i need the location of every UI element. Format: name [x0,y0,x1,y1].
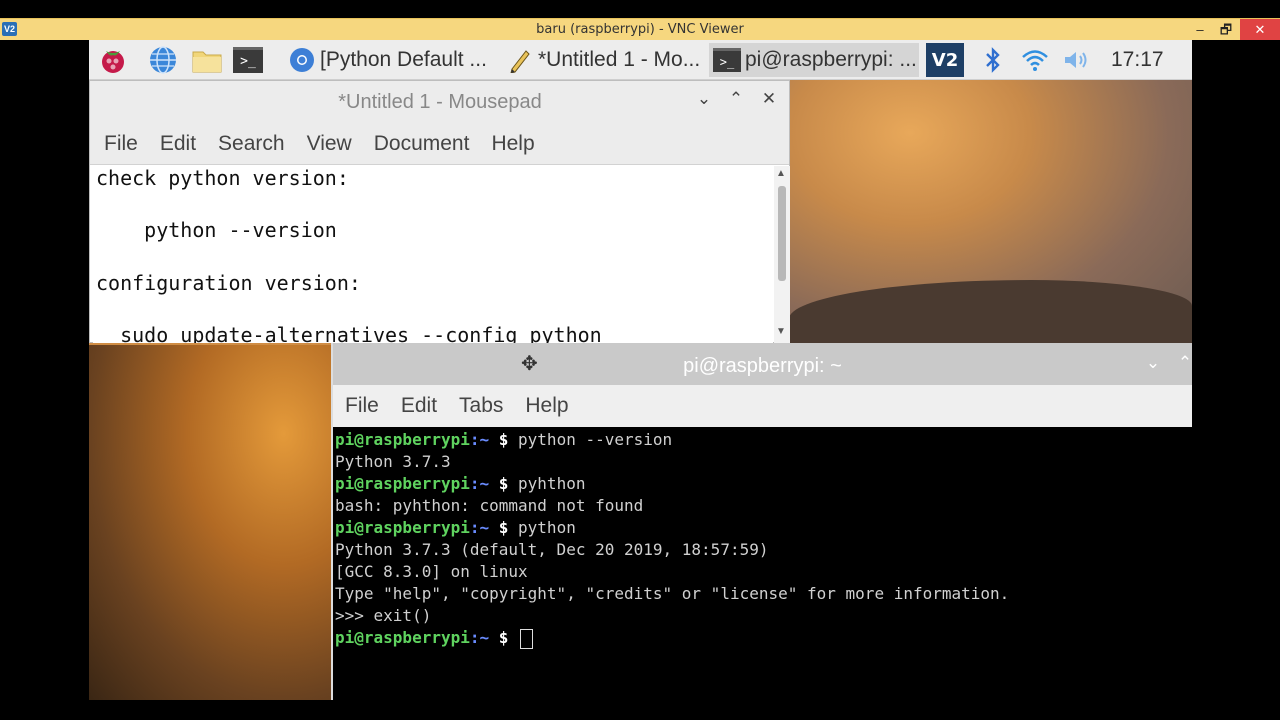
terminal-menu-help[interactable]: Help [525,394,568,418]
prompt-dollar: $ [489,474,519,493]
terminal-prompt-line: pi@raspberrypi:~ $ python [335,517,1190,539]
bluetooth-icon[interactable] [977,45,1009,75]
terminal-output-line: Python 3.7.3 (default, Dec 20 2019, 18:5… [335,540,769,559]
raspberry-menu-icon[interactable] [97,45,129,75]
vnc-restore-button[interactable]: 🗗 [1212,19,1240,40]
mousepad-icon [506,47,534,73]
prompt-path: :~ [469,430,490,449]
clock[interactable]: 17:17 [1111,48,1164,72]
terminal-command: python [518,518,576,537]
browser-globe-icon[interactable] [147,45,179,75]
scroll-down-icon[interactable]: ▼ [776,326,786,337]
mousepad-menu-document[interactable]: Document [374,132,470,156]
mousepad-scrollbar[interactable]: ▲ ▼ [774,166,790,343]
file-manager-icon[interactable] [191,45,223,75]
terminal-menu-tabs[interactable]: Tabs [459,394,503,418]
mousepad-maximize-icon[interactable]: ⌃ [722,89,750,109]
mousepad-title: *Untitled 1 - Mousepad [338,91,542,113]
vnc-tray-icon[interactable]: V2 [926,43,964,77]
chromium-icon [288,47,316,73]
terminal-command: pyhthon [518,474,586,493]
mousepad-menu-search[interactable]: Search [218,132,285,156]
terminal-maximize-icon[interactable]: ⌃ [1173,353,1197,373]
wallpaper-temple [89,345,332,700]
wifi-icon[interactable] [1019,45,1051,75]
vnc-window-title: baru (raspberrypi) - VNC Viewer [536,22,744,37]
volume-icon[interactable] [1061,45,1093,75]
task-terminal[interactable]: >_ pi@raspberrypi: ... [709,43,919,77]
terminal-menu-edit[interactable]: Edit [401,394,437,418]
terminal-output[interactable]: pi@raspberrypi:~ $ python --version Pytho… [335,429,1190,699]
task-chromium-label: [Python Default ... [320,48,487,71]
prompt-user: pi@raspberrypi [335,628,470,647]
terminal-icon: >_ [713,47,741,73]
terminal-title-bar[interactable]: ✥ pi@raspberrypi: ~ ⌄ ⌃ [333,343,1192,385]
mousepad-close-icon[interactable]: ✕ [755,89,783,109]
terminal-output-line: [GCC 8.3.0] on linux [335,562,528,581]
prompt-dollar: $ [489,430,519,449]
mousepad-menu-edit[interactable]: Edit [160,132,196,156]
task-mousepad-label: *Untitled 1 - Mo... [538,48,701,71]
mousepad-menu-file[interactable]: File [104,132,138,156]
taskbar: >_ [Python Default ... *Untitled 1 - Mo.… [89,40,1192,80]
mousepad-menu-view[interactable]: View [307,132,352,156]
prompt-user: pi@raspberrypi [335,518,470,537]
prompt-path: :~ [469,518,490,537]
prompt-user: pi@raspberrypi [335,474,470,493]
terminal-prompt-line: pi@raspberrypi:~ $ pyhthon [335,473,1190,495]
task-terminal-label: pi@raspberrypi: ... [745,48,917,71]
terminal-window: ✥ pi@raspberrypi: ~ ⌄ ⌃ File Edit Tabs H… [331,343,1192,700]
scrollbar-thumb[interactable] [778,186,786,281]
vnc-title-bar: V2 baru (raspberrypi) - VNC Viewer ‒ 🗗 ✕ [0,18,1280,40]
task-chromium[interactable]: [Python Default ... [284,43,496,77]
terminal-menu-file[interactable]: File [345,394,379,418]
terminal-output-line: >>> exit() [335,606,432,625]
mousepad-text-editor[interactable]: check python version: python --version c… [93,166,773,343]
mousepad-menubar: File Edit Search View Document Help [90,123,789,165]
terminal-cursor [520,628,534,649]
mousepad-window: *Untitled 1 - Mousepad ⌄ ⌃ ✕ File Edit S… [89,80,790,343]
terminal-prompt-line: pi@raspberrypi:~ $ python --version [335,429,1190,451]
task-mousepad[interactable]: *Untitled 1 - Mo... [502,43,707,77]
prompt-dollar: $ [489,518,519,537]
prompt-user: pi@raspberrypi [335,430,470,449]
terminal-output-line: bash: pyhthon: command not found [335,496,644,515]
prompt-dollar: $ [489,628,519,647]
terminal-launcher-icon[interactable]: >_ [232,45,264,75]
terminal-command: python --version [518,430,673,449]
terminal-minimize-icon[interactable]: ⌄ [1141,353,1165,373]
mousepad-minimize-icon[interactable]: ⌄ [690,89,718,109]
vnc-close-button[interactable]: ✕ [1240,19,1280,40]
vnc-minimize-button[interactable]: ‒ [1186,19,1214,40]
editor-line: python --version [96,218,337,242]
screen: V2 baru (raspberrypi) - VNC Viewer ‒ 🗗 ✕… [0,0,1280,720]
prompt-path: :~ [469,474,490,493]
editor-line: configuration version: [96,271,361,295]
mousepad-title-bar[interactable]: *Untitled 1 - Mousepad ⌄ ⌃ ✕ [90,81,789,123]
scroll-up-icon[interactable]: ▲ [776,168,786,179]
editor-line: check python version: [96,166,349,190]
terminal-output-line: Python 3.7.3 [335,452,451,471]
editor-line: sudo update-alternatives --config python [96,323,602,343]
bottom-bar [0,700,1280,720]
prompt-path: :~ [469,628,490,647]
terminal-menubar: File Edit Tabs Help [333,385,1192,427]
mousepad-menu-help[interactable]: Help [491,132,534,156]
terminal-title: pi@raspberrypi: ~ [683,355,842,377]
terminal-prompt-line: pi@raspberrypi:~ $ [335,627,1190,649]
terminal-output-line: Type "help", "copyright", "credits" or "… [335,584,1010,603]
